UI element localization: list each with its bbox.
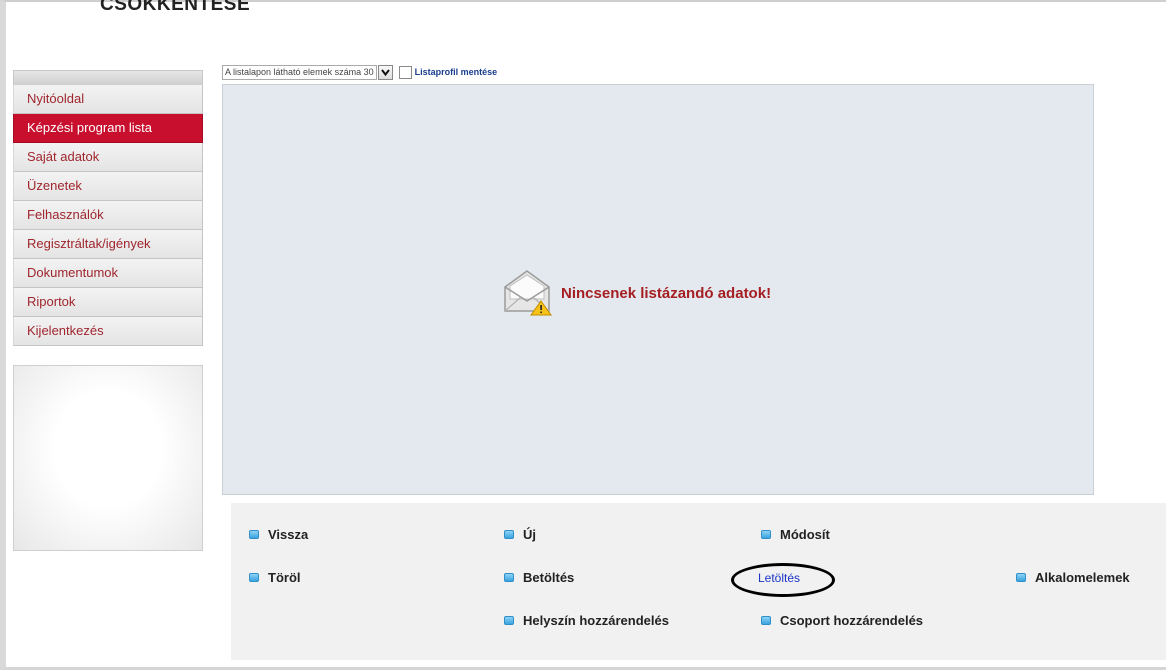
sidebar-item-reports[interactable]: Riportok bbox=[13, 288, 203, 317]
bullet-icon bbox=[761, 530, 771, 539]
bullet-icon bbox=[249, 573, 259, 582]
empty-state: Nincsenek listázandó adatok! bbox=[501, 265, 771, 322]
page-title: CSOKKENTÉSE bbox=[100, 0, 251, 15]
sidebar-item-messages[interactable]: Üzenetek bbox=[13, 172, 203, 201]
delete-label: Töröl bbox=[268, 570, 301, 585]
assign-group-label: Csoport hozzárendelés bbox=[780, 613, 924, 628]
occasion-items-label: Alkalomelemek bbox=[1035, 570, 1130, 585]
bullet-icon bbox=[504, 530, 514, 539]
delete-button[interactable]: Töröl bbox=[249, 570, 301, 585]
sidebar-item-documents[interactable]: Dokumentumok bbox=[13, 259, 203, 288]
sidebar-item-home[interactable]: Nyitóoldal bbox=[13, 85, 203, 114]
new-label: Új bbox=[523, 527, 536, 542]
list-controls: A listalapon látható elemek száma 30 Lis… bbox=[222, 63, 497, 81]
sidebar-item-registrations[interactable]: Regisztráltak/igények bbox=[13, 230, 203, 259]
page-size-select[interactable]: A listalapon látható elemek száma 30 bbox=[222, 64, 377, 80]
envelope-warning-icon bbox=[501, 265, 557, 322]
sidebar-item-logout[interactable]: Kijelentkezés bbox=[13, 317, 203, 346]
sidebar-nav: Nyitóoldal Képzési program lista Saját a… bbox=[13, 70, 203, 346]
chevron-down-icon[interactable] bbox=[377, 64, 393, 80]
load-label: Betöltés bbox=[523, 570, 575, 585]
sidebar-header-bar bbox=[13, 70, 203, 85]
bullet-icon bbox=[761, 616, 771, 625]
bullet-icon bbox=[504, 573, 514, 582]
occasion-items-button[interactable]: Alkalomelemek bbox=[1016, 570, 1130, 585]
profile-save-prefix: Listaprofil bbox=[414, 67, 459, 77]
empty-message: Nincsenek listázandó adatok! bbox=[561, 285, 772, 302]
bullet-icon bbox=[249, 530, 259, 539]
new-button[interactable]: Új bbox=[504, 527, 536, 542]
sidebar-empty-box bbox=[13, 365, 203, 551]
back-label: Vissza bbox=[268, 527, 309, 542]
back-button[interactable]: Vissza bbox=[249, 527, 308, 542]
highlight-ellipse bbox=[731, 563, 835, 597]
assign-location-label: Helyszín hozzárendelés bbox=[523, 613, 669, 628]
page-size-select-label: A listalapon látható elemek száma 30 bbox=[225, 66, 374, 77]
sidebar-item-own-data[interactable]: Saját adatok bbox=[13, 143, 203, 172]
assign-location-button[interactable]: Helyszín hozzárendelés bbox=[504, 613, 669, 628]
modify-button[interactable]: Módosít bbox=[761, 527, 830, 542]
profile-save-suffix: mentése bbox=[460, 67, 498, 77]
list-panel: Nincsenek listázandó adatok! bbox=[222, 84, 1094, 495]
assign-group-button[interactable]: Csoport hozzárendelés bbox=[761, 613, 923, 628]
profile-save-link[interactable]: Listaprofil mentése bbox=[415, 67, 498, 77]
bullet-icon bbox=[504, 616, 514, 625]
profile-save-checkbox[interactable] bbox=[398, 65, 412, 79]
sidebar-item-training-program-list[interactable]: Képzési program lista bbox=[13, 114, 203, 143]
sidebar-item-users[interactable]: Felhasználók bbox=[13, 201, 203, 230]
bullet-icon bbox=[1016, 573, 1026, 582]
action-bar: Vissza Új Módosít Töröl Betöltés Letölté… bbox=[231, 503, 1166, 660]
load-button[interactable]: Betöltés bbox=[504, 570, 574, 585]
modify-label: Módosít bbox=[780, 527, 830, 542]
